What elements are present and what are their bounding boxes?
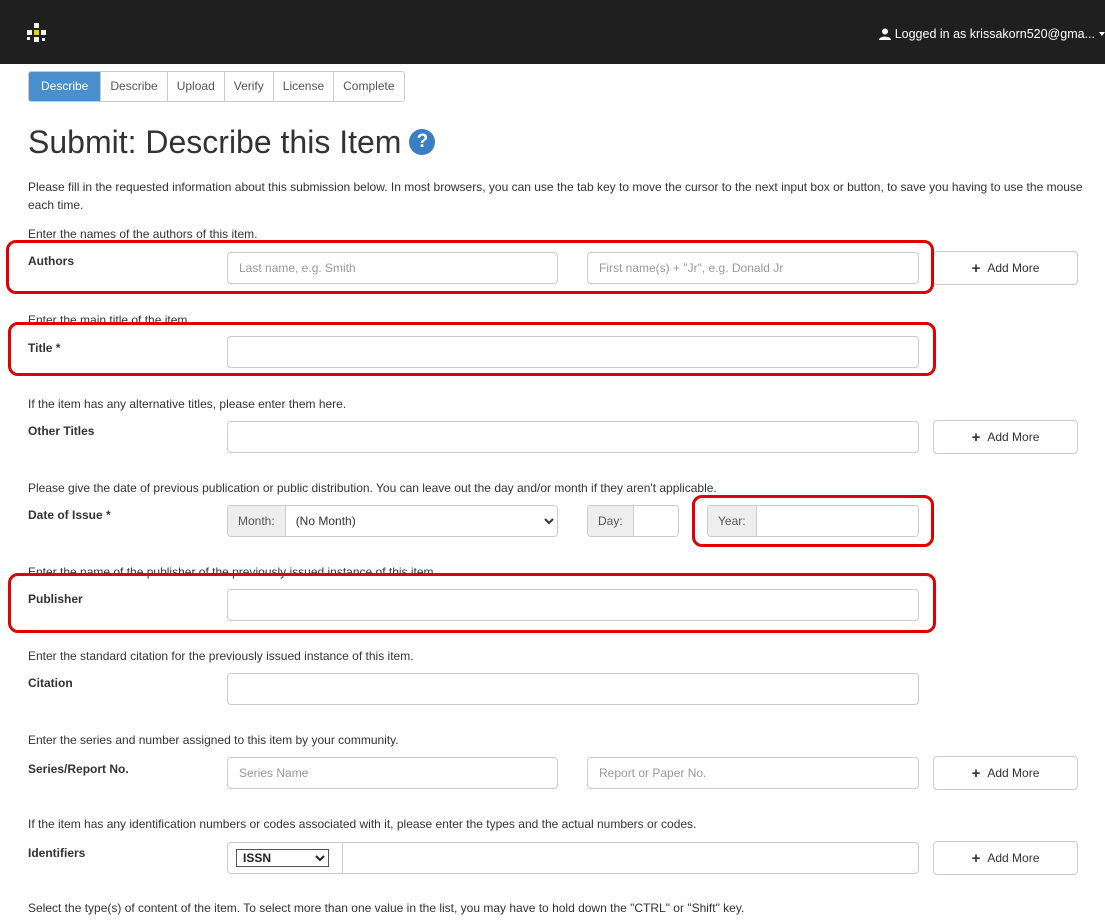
other-titles-label: Other Titles <box>28 424 95 438</box>
year-group: Year: <box>707 505 919 537</box>
month-select[interactable]: (No Month) <box>285 506 557 536</box>
title-label: Title * <box>28 341 61 355</box>
user-menu[interactable]: Logged in as krissakorn520@gma... <box>878 27 1105 41</box>
add-more-label: Add More <box>987 261 1040 275</box>
month-addon: Month: <box>228 506 286 536</box>
identifiers-label: Identifiers <box>28 846 86 860</box>
date-label: Date of Issue * <box>28 508 111 522</box>
series-name-input[interactable] <box>227 757 558 789</box>
step-describe-2[interactable]: Describe <box>100 72 167 101</box>
authors-hint: Enter the names of the authors of this i… <box>28 227 258 241</box>
publisher-input[interactable] <box>227 589 919 621</box>
step-complete[interactable]: Complete <box>333 72 404 101</box>
identifier-value-input[interactable] <box>342 842 919 874</box>
publisher-label: Publisher <box>28 592 83 606</box>
day-addon: Day: <box>588 506 634 536</box>
intro-text: Please fill in the requested information… <box>28 180 1083 212</box>
help-icon[interactable]: ? <box>409 129 436 155</box>
year-input[interactable] <box>756 506 918 536</box>
title-input[interactable] <box>227 336 919 368</box>
step-upload[interactable]: Upload <box>166 72 224 101</box>
other-titles-hint: If the item has any alternative titles, … <box>28 397 347 411</box>
plus-icon: + <box>971 428 981 446</box>
add-more-label: Add More <box>987 851 1040 865</box>
step-verify[interactable]: Verify <box>223 72 273 101</box>
identifier-type-select[interactable]: ISSN <box>236 849 329 867</box>
add-more-series-button[interactable]: + Add More <box>933 756 1078 790</box>
dspace-logo-icon[interactable] <box>27 23 47 43</box>
series-hint: Enter the series and number assigned to … <box>28 733 399 747</box>
citation-label: Citation <box>28 676 73 690</box>
submission-progress: Describe Describe Upload Verify License … <box>28 71 405 102</box>
top-navbar: Logged in as krissakorn520@gma... <box>0 0 1105 64</box>
add-more-authors-button[interactable]: + Add More <box>933 251 1078 285</box>
plus-icon: + <box>971 764 981 782</box>
plus-icon: + <box>971 259 981 277</box>
user-menu-label: Logged in as krissakorn520@gma... <box>894 27 1095 41</box>
plus-icon: + <box>971 849 981 867</box>
step-license[interactable]: License <box>272 72 334 101</box>
chevron-down-icon <box>1099 32 1105 36</box>
report-number-input[interactable] <box>587 757 919 789</box>
year-addon: Year: <box>708 506 757 536</box>
title-hint: Enter the main title of the item. <box>28 313 191 327</box>
citation-hint: Enter the standard citation for the prev… <box>28 649 414 663</box>
day-group: Day: <box>587 505 679 537</box>
date-hint: Please give the date of previous publica… <box>28 481 717 495</box>
identifiers-hint: If the item has any identification numbe… <box>28 817 697 831</box>
types-hint: Select the type(s) of content of the ite… <box>28 901 745 915</box>
month-group: Month: (No Month) <box>227 505 558 537</box>
page-title-text: Submit: Describe this Item <box>28 124 402 160</box>
citation-input[interactable] <box>227 673 919 705</box>
author-first-name-input[interactable] <box>587 252 919 284</box>
series-label: Series/Report No. <box>28 762 129 776</box>
day-input[interactable] <box>633 506 678 536</box>
authors-label: Authors <box>28 254 74 268</box>
add-more-identifiers-button[interactable]: + Add More <box>933 841 1078 875</box>
author-last-name-input[interactable] <box>227 252 558 284</box>
publisher-hint: Enter the name of the publisher of the p… <box>28 565 437 579</box>
user-icon <box>878 28 891 40</box>
page-title: Submit: Describe this Item ? <box>28 120 436 164</box>
add-more-label: Add More <box>987 430 1040 444</box>
add-more-label: Add More <box>987 766 1040 780</box>
step-describe-1[interactable]: Describe <box>29 72 101 101</box>
other-titles-input[interactable] <box>227 421 919 453</box>
add-more-other-titles-button[interactable]: + Add More <box>933 420 1078 454</box>
